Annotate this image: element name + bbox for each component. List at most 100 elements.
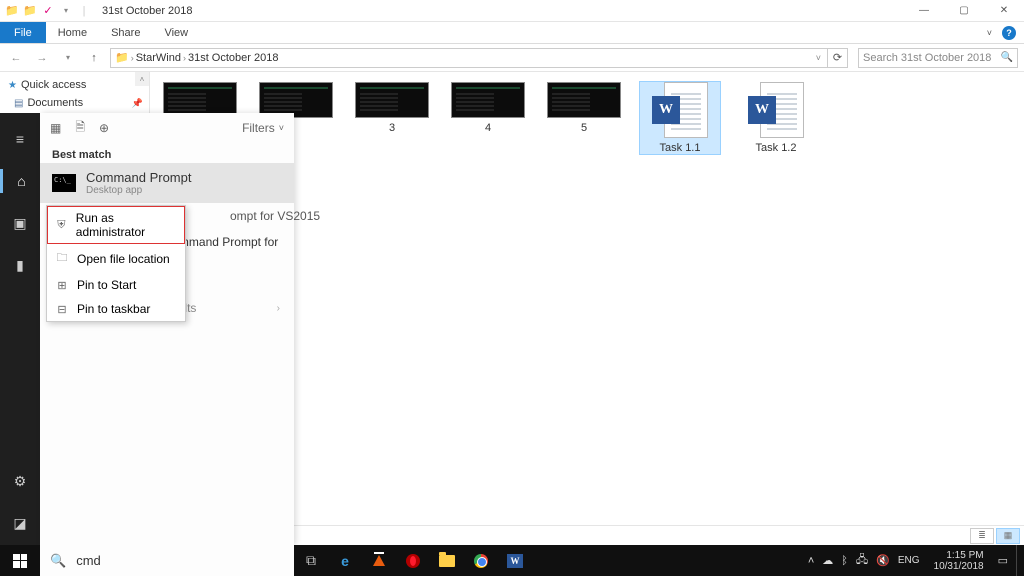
file-item[interactable]: 4 [448, 82, 528, 134]
search-input[interactable]: Search 31st October 2018 🔍 [858, 48, 1018, 68]
start-button[interactable] [0, 545, 40, 576]
network-icon[interactable]: 🖧 [856, 551, 868, 570]
filters-label: Filters [242, 121, 275, 135]
bluetooth-icon[interactable]: ᛒ [841, 555, 848, 567]
maximize-button[interactable]: ▢ [944, 0, 984, 22]
close-button[interactable]: ✕ [984, 0, 1024, 22]
apps-icon[interactable]: ▣ [0, 211, 40, 235]
document-icon: ▤ [14, 98, 23, 109]
word-icon[interactable]: W [498, 545, 532, 576]
file-label: 4 [485, 122, 491, 134]
search-placeholder: Search 31st October 2018 [863, 52, 991, 64]
chevron-down-icon[interactable]: ˅ [816, 53, 823, 63]
context-menu-icon: ⊞ [55, 279, 69, 292]
context-menu-item[interactable]: 🗀 Open file location [47, 244, 185, 273]
qat-overflow[interactable]: ▾ [58, 3, 74, 19]
clock[interactable]: 1:15 PM 10/31/2018 [928, 550, 990, 572]
action-center-icon[interactable]: ▭ [998, 554, 1008, 567]
file-label: 5 [581, 122, 587, 134]
context-menu-label: Open file location [77, 252, 170, 266]
chevron-right-icon: › [277, 303, 280, 314]
context-menu-label: Pin to Start [77, 278, 136, 292]
start-rail: ≡ ⌂ ▣ ▮ ⚙ ◪ [0, 113, 40, 545]
search-result-command-prompt[interactable]: C:\_ Command Prompt Desktop app [40, 163, 294, 203]
screenshot-thumbnail [451, 82, 525, 118]
web-filter-icon[interactable]: ⊕ [99, 121, 109, 135]
view-large-icons-button[interactable]: ▦ [996, 528, 1020, 544]
folder-icon: 📁 [4, 3, 20, 19]
settings-icon[interactable]: ⚙ [0, 469, 40, 493]
folder-icon: 📁 [115, 51, 129, 64]
context-menu-icon: ⊟ [55, 303, 69, 316]
language-indicator[interactable]: ENG [898, 555, 920, 566]
word-document-icon: W [748, 82, 804, 138]
context-menu-item[interactable]: ⊞ Pin to Start [47, 273, 185, 297]
scroll-up-icon[interactable]: ˄ [135, 72, 149, 86]
windows-logo-icon [13, 554, 27, 568]
documents-filter-icon[interactable]: 🗎 [75, 118, 85, 139]
minimize-button[interactable]: — [904, 0, 944, 22]
file-item[interactable]: 5 [544, 82, 624, 134]
task-view-button[interactable]: ⧉ [294, 545, 328, 576]
context-menu-item[interactable]: ⊟Pin to taskbar [47, 297, 185, 321]
tab-file[interactable]: File [0, 22, 46, 43]
taskbar-apps: ⧉ e W [294, 545, 532, 576]
navigation-bar: ← → ▾ ↑ 📁 › StarWind › 31st October 2018… [0, 44, 1024, 72]
taskbar-search-input[interactable]: 🔍 cmd [40, 545, 294, 576]
context-menu: ⛨ Run as administrator 🗀 Open file location… [46, 205, 186, 322]
refresh-button[interactable]: ⟳ [828, 48, 848, 68]
nav-quick-access[interactable]: ★ Quick access [0, 76, 149, 94]
devices-icon[interactable]: ▮ [0, 253, 40, 277]
home-icon[interactable]: ⌂ [0, 169, 40, 193]
command-prompt-icon: C:\_ [52, 174, 76, 192]
result-subtitle: Desktop app [86, 185, 191, 196]
search-filter-bar: ▦ 🗎 ⊕ Filters ˅ [40, 113, 294, 143]
start-search-panel: ▦ 🗎 ⊕ Filters ˅ Best match C:\_ Command … [40, 113, 294, 545]
opera-icon[interactable] [396, 545, 430, 576]
apps-filter-icon[interactable]: ▦ [50, 121, 61, 135]
feedback-icon[interactable]: ◪ [0, 511, 40, 535]
tab-home[interactable]: Home [46, 22, 99, 43]
search-icon: 🔍 [50, 553, 66, 569]
breadcrumb-item[interactable]: StarWind [136, 52, 181, 64]
filters-dropdown[interactable]: Filters ˅ [242, 121, 284, 135]
show-desktop-button[interactable] [1016, 545, 1022, 576]
ribbon-collapse-icon[interactable]: ˅ [987, 28, 992, 38]
forward-button[interactable]: → [32, 52, 52, 64]
tab-share[interactable]: Share [99, 22, 152, 43]
context-menu-item[interactable]: ⛨ Run as administrator [47, 206, 185, 244]
vlc-icon[interactable] [362, 545, 396, 576]
up-button[interactable]: ↑ [84, 52, 104, 64]
chevron-down-icon: ˅ [279, 123, 284, 133]
chevron-right-icon: › [131, 53, 134, 63]
onedrive-icon[interactable]: ☁ [822, 554, 833, 567]
tab-view[interactable]: View [152, 22, 200, 43]
nav-documents[interactable]: ▤ Documents 📌 [0, 94, 149, 112]
edge-icon[interactable]: e [328, 545, 362, 576]
breadcrumb-item[interactable]: 31st October 2018 [188, 52, 279, 64]
file-item[interactable]: WTask 1.2 [736, 82, 816, 154]
help-icon[interactable]: ? [1002, 26, 1016, 40]
result-title: Command Prompt [86, 170, 191, 185]
context-menu-icon: 🗀 [55, 249, 69, 268]
chrome-icon[interactable] [464, 545, 498, 576]
breadcrumb[interactable]: 📁 › StarWind › 31st October 2018 ˅ [110, 48, 828, 68]
context-menu-label: Run as administrator [76, 211, 177, 239]
tray-overflow-icon[interactable]: ˄ [808, 555, 814, 567]
file-item[interactable]: 3 [352, 82, 432, 134]
file-item[interactable]: WTask 1.1 [640, 82, 720, 154]
nav-label: Documents [27, 97, 83, 109]
back-button[interactable]: ← [6, 52, 26, 64]
recent-locations[interactable]: ▾ [58, 53, 78, 62]
hamburger-icon[interactable]: ≡ [0, 127, 40, 151]
word-document-icon: W [652, 82, 708, 138]
file-explorer-icon[interactable] [430, 545, 464, 576]
search-icon: 🔍 [1001, 52, 1013, 63]
clock-time: 1:15 PM [946, 550, 983, 561]
context-menu-icon: ⛨ [55, 219, 68, 232]
screenshot-thumbnail [547, 82, 621, 118]
nav-label: Quick access [21, 79, 86, 91]
qat-button[interactable]: ✓ [40, 3, 56, 19]
volume-icon[interactable]: 🔇 [876, 554, 890, 567]
view-details-button[interactable]: ≣ [970, 528, 994, 544]
